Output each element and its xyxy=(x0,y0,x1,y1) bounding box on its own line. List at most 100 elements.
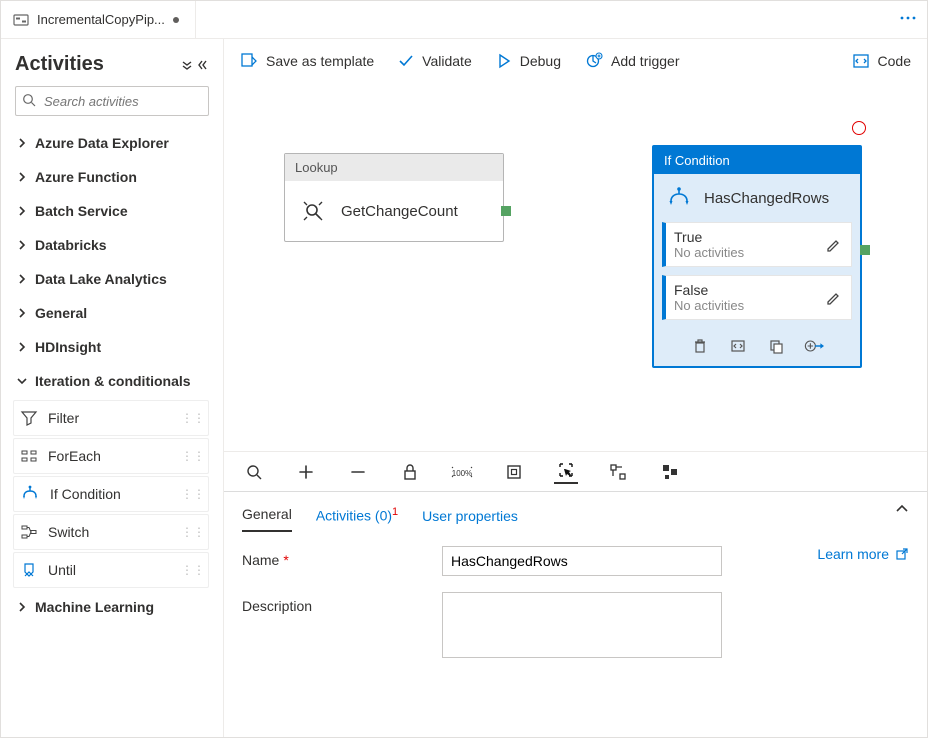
group-iteration-conditionals[interactable]: Iteration & conditionals xyxy=(13,364,215,398)
output-port[interactable] xyxy=(860,245,870,255)
debug-button[interactable]: Debug xyxy=(496,53,561,69)
learn-more-link[interactable]: Learn more xyxy=(817,546,909,562)
chevron-right-icon xyxy=(18,308,26,318)
auto-align-button[interactable] xyxy=(606,460,630,484)
edit-icon[interactable] xyxy=(825,289,843,307)
body: Activities Azure Data Explorer Azure Fun… xyxy=(1,39,927,737)
canvas-toolbar: 100% xyxy=(224,451,927,491)
play-icon xyxy=(496,53,512,69)
output-port[interactable] xyxy=(501,206,511,216)
search-canvas-button[interactable] xyxy=(242,460,266,484)
select-mode-button[interactable] xyxy=(554,460,578,484)
canvas[interactable]: Lookup GetChangeCount If Condition HasCh xyxy=(224,83,927,491)
node-name: GetChangeCount xyxy=(341,203,458,220)
sidebar-collapse-icons[interactable] xyxy=(181,59,209,71)
properties-tabs: General Activities (0)1 User properties xyxy=(224,492,927,532)
sidebar-title: Activities xyxy=(15,53,181,76)
delete-icon[interactable] xyxy=(690,336,710,356)
until-icon xyxy=(20,561,38,579)
main-area: Save as template Validate Debug Add trig… xyxy=(224,39,927,737)
zoom-in-button[interactable] xyxy=(294,460,318,484)
iteration-activities-list: Filter⋮⋮ ForEach⋮⋮ If Condition⋮⋮ Switch… xyxy=(13,400,215,588)
node-type-label: Lookup xyxy=(285,154,503,181)
activity-node-lookup[interactable]: Lookup GetChangeCount xyxy=(284,153,504,242)
tab-general[interactable]: General xyxy=(242,506,292,532)
group-azure-data-explorer[interactable]: Azure Data Explorer xyxy=(13,126,215,160)
activity-until[interactable]: Until⋮⋮ xyxy=(13,552,209,588)
activities-sidebar: Activities Azure Data Explorer Azure Fun… xyxy=(1,39,224,737)
description-input[interactable] xyxy=(442,592,722,658)
if-condition-icon xyxy=(20,485,40,503)
if-branch-false[interactable]: False No activities xyxy=(662,275,852,320)
activity-switch[interactable]: Switch⋮⋮ xyxy=(13,514,209,550)
svg-text:100%: 100% xyxy=(452,469,472,478)
foreach-icon xyxy=(20,447,38,465)
chevron-right-icon xyxy=(18,206,26,216)
chevron-double-left-icon xyxy=(197,59,209,71)
add-trigger-button[interactable]: Add trigger xyxy=(585,52,679,70)
switch-icon xyxy=(20,523,38,541)
zoom-out-button[interactable] xyxy=(346,460,370,484)
activity-foreach[interactable]: ForEach⋮⋮ xyxy=(13,438,209,474)
check-icon xyxy=(398,53,414,69)
tab-more-button[interactable] xyxy=(899,9,917,27)
description-label: Description xyxy=(242,592,442,614)
lookup-icon xyxy=(299,197,327,225)
group-hdinsight[interactable]: HDInsight xyxy=(13,330,215,364)
group-data-lake-analytics[interactable]: Data Lake Analytics xyxy=(13,262,215,296)
lock-button[interactable] xyxy=(398,460,422,484)
activity-node-if-condition[interactable]: If Condition HasChangedRows True No acti… xyxy=(652,145,862,368)
activity-if-condition[interactable]: If Condition⋮⋮ xyxy=(13,476,209,512)
add-arrow-icon[interactable] xyxy=(804,336,824,356)
name-label: Name* xyxy=(242,546,442,568)
name-input[interactable] xyxy=(442,546,722,576)
validate-button[interactable]: Validate xyxy=(398,53,472,69)
activity-filter[interactable]: Filter⋮⋮ xyxy=(13,400,209,436)
chevron-right-icon xyxy=(18,240,26,250)
grip-icon: ⋮⋮ xyxy=(181,525,205,539)
layout-button[interactable] xyxy=(658,460,682,484)
group-azure-function[interactable]: Azure Function xyxy=(13,160,215,194)
trigger-icon xyxy=(585,52,603,70)
group-batch-service[interactable]: Batch Service xyxy=(13,194,215,228)
if-condition-icon xyxy=(666,186,692,210)
activities-tree: Azure Data Explorer Azure Function Batch… xyxy=(1,126,223,624)
tab-title: IncrementalCopyPip... xyxy=(37,12,165,27)
chevron-double-down-icon xyxy=(181,59,193,71)
tab-strip: IncrementalCopyPip... xyxy=(1,1,927,39)
node-type-label: If Condition xyxy=(654,147,860,174)
tab-activities[interactable]: Activities (0)1 xyxy=(316,506,398,532)
validation-error-icon xyxy=(852,121,866,135)
code-icon[interactable] xyxy=(728,336,748,356)
group-general[interactable]: General xyxy=(13,296,215,330)
copy-icon[interactable] xyxy=(766,336,786,356)
chevron-down-icon xyxy=(17,377,27,385)
if-branch-true[interactable]: True No activities xyxy=(662,222,852,267)
edit-icon[interactable] xyxy=(825,236,843,254)
chevron-right-icon xyxy=(18,602,26,612)
grip-icon: ⋮⋮ xyxy=(181,487,205,501)
grip-icon: ⋮⋮ xyxy=(181,563,205,577)
app-root: IncrementalCopyPip... Activities xyxy=(0,0,928,738)
search-input[interactable] xyxy=(15,86,209,116)
chevron-up-icon xyxy=(895,502,909,516)
tab-user-properties[interactable]: User properties xyxy=(422,508,518,532)
node-footer-toolbar xyxy=(654,328,860,366)
editor-tab[interactable]: IncrementalCopyPip... xyxy=(1,1,196,39)
group-machine-learning[interactable]: Machine Learning xyxy=(13,590,215,624)
pipeline-icon xyxy=(13,12,29,28)
zoom-100-button[interactable]: 100% xyxy=(450,460,474,484)
properties-body: Name* Learn more Description xyxy=(224,532,927,672)
filter-icon xyxy=(20,409,38,427)
chevron-right-icon xyxy=(18,274,26,284)
save-as-template-button[interactable]: Save as template xyxy=(240,52,374,70)
pipeline-toolbar: Save as template Validate Debug Add trig… xyxy=(224,39,927,83)
chevron-right-icon xyxy=(18,342,26,352)
group-databricks[interactable]: Databricks xyxy=(13,228,215,262)
fit-to-screen-button[interactable] xyxy=(502,460,526,484)
grip-icon: ⋮⋮ xyxy=(181,449,205,463)
chevron-right-icon xyxy=(18,138,26,148)
code-button[interactable]: Code xyxy=(852,52,911,70)
collapse-properties-button[interactable] xyxy=(895,502,909,516)
search-icon xyxy=(22,93,36,107)
